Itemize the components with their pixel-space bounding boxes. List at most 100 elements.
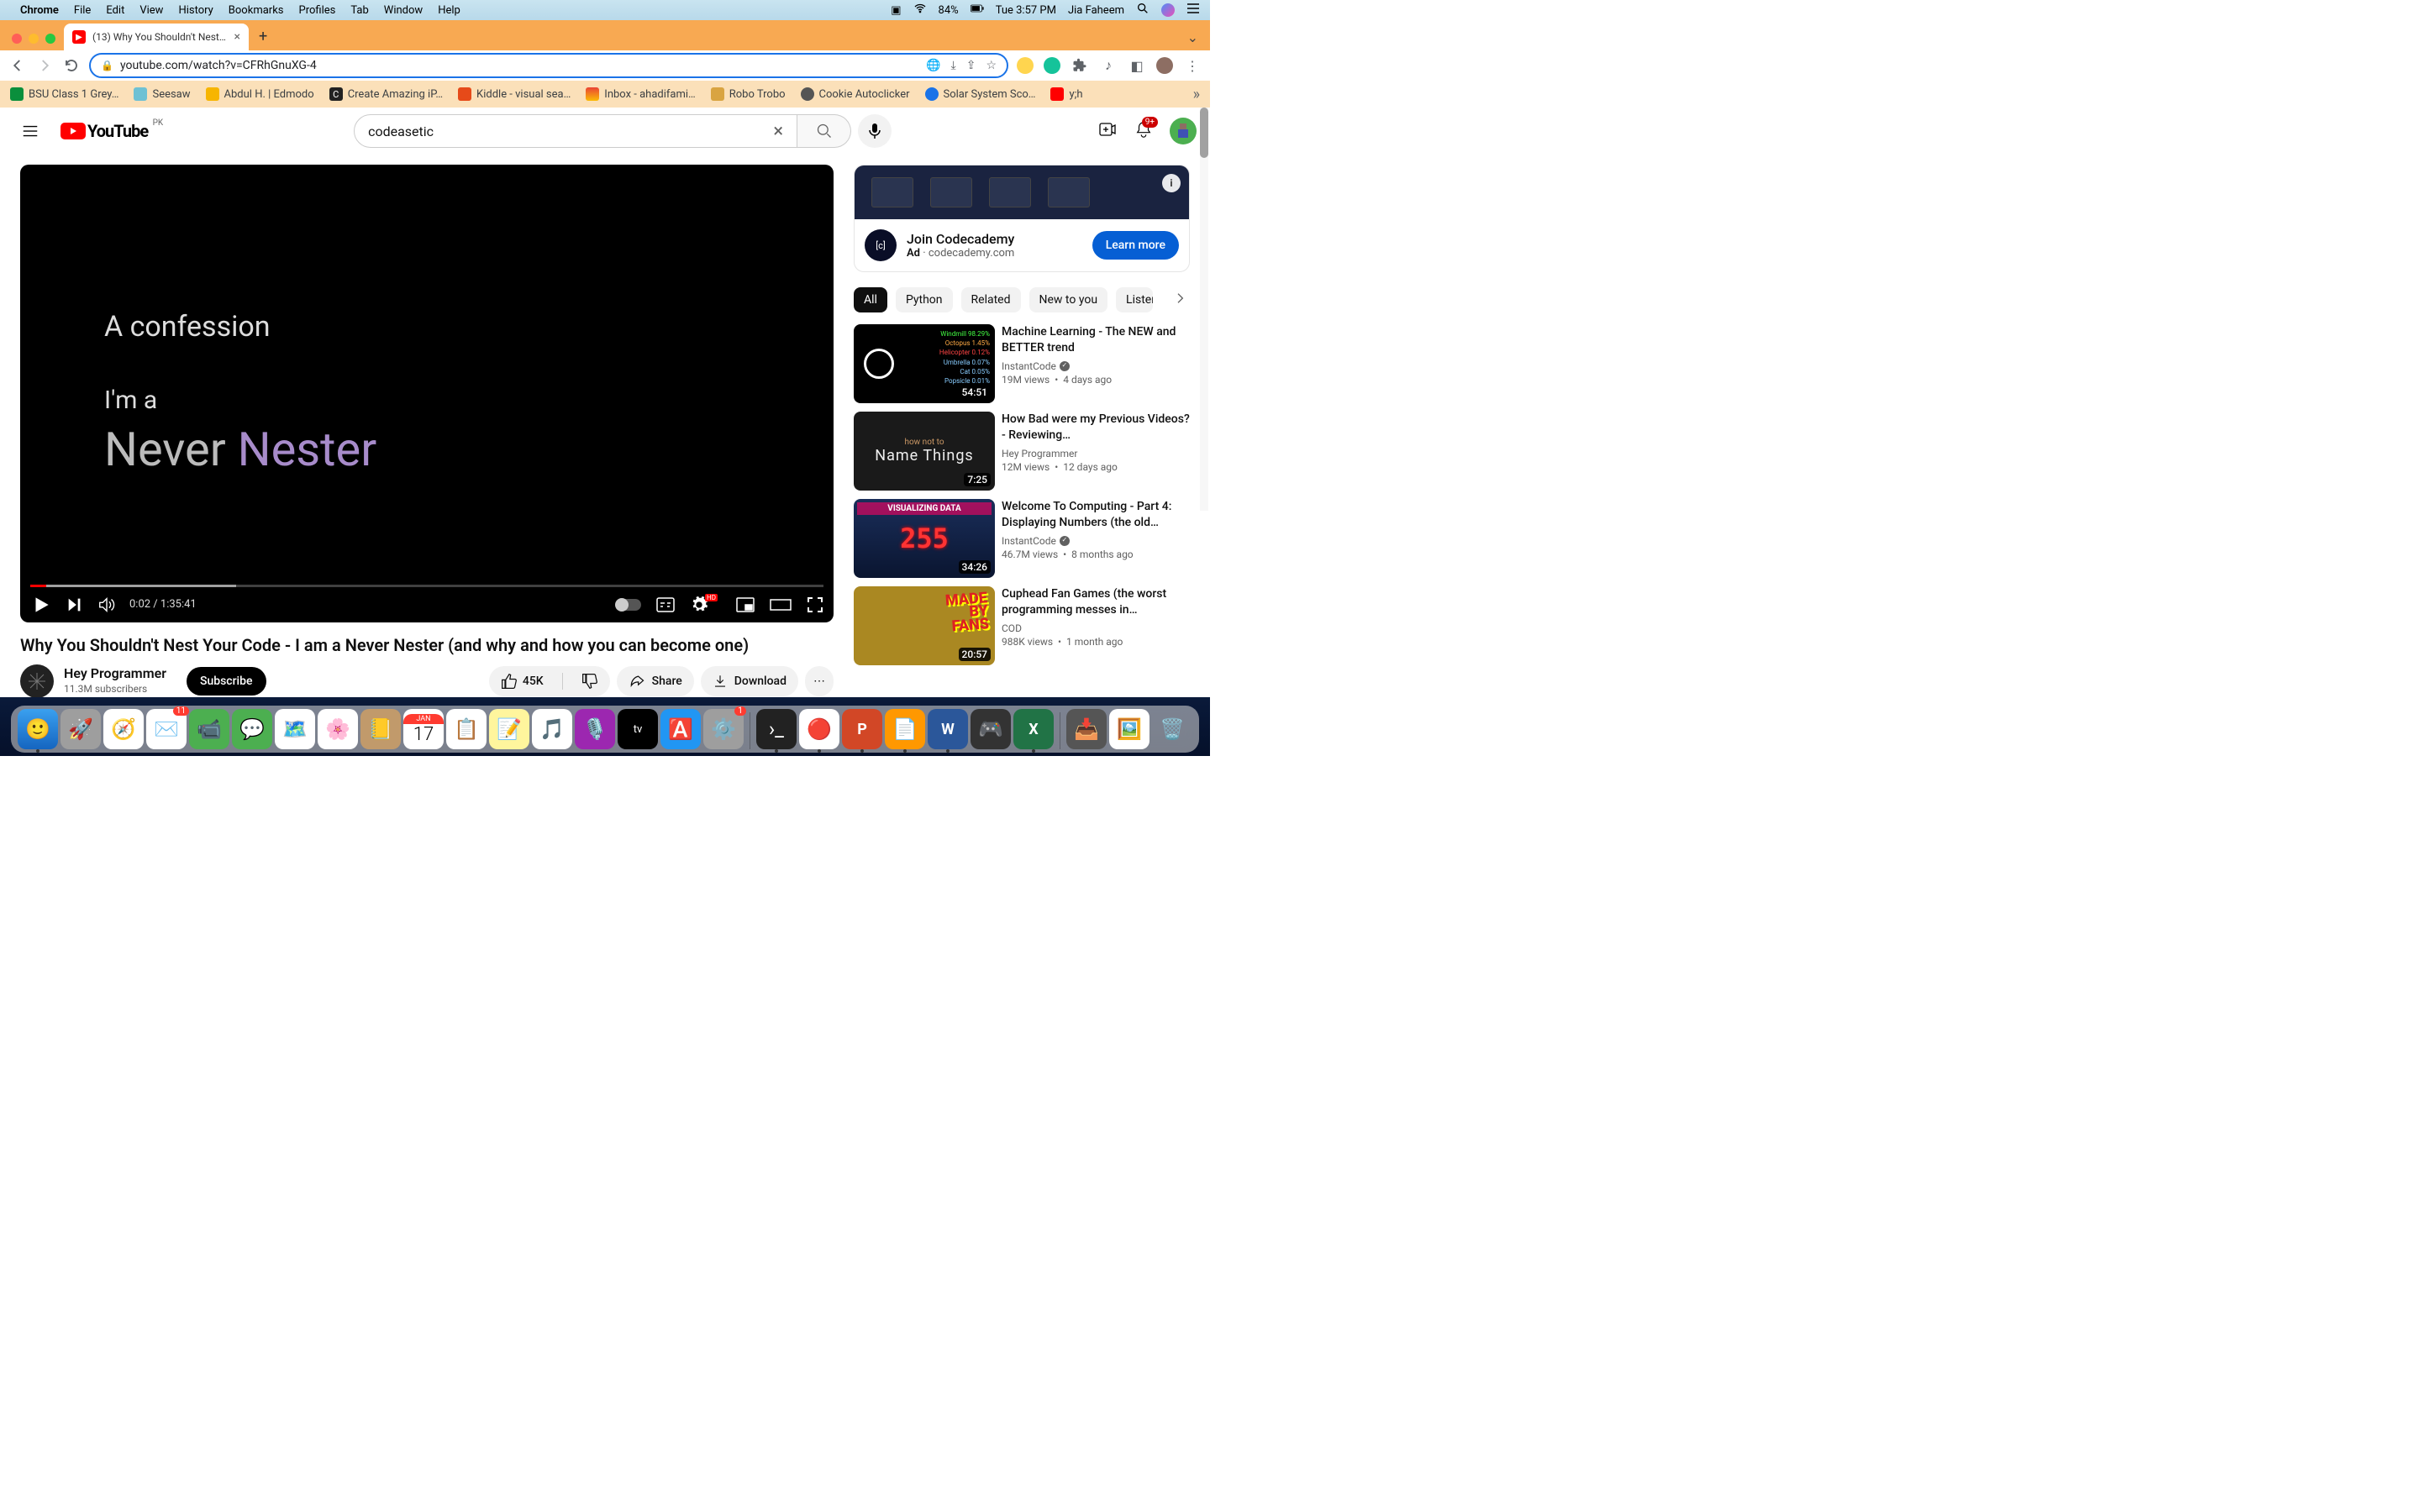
more-actions-button[interactable]: ⋯: [805, 666, 834, 696]
dock-reminders[interactable]: 📋: [446, 709, 487, 749]
bookmark-item[interactable]: Robo Trobo: [711, 87, 786, 101]
voice-search-button[interactable]: [858, 114, 892, 148]
menu-profiles[interactable]: Profiles: [299, 4, 336, 17]
video-player[interactable]: A confession I'm a Never Nester 0:02 / 1…: [20, 165, 834, 622]
spotlight-icon[interactable]: [1136, 2, 1150, 18]
app-name[interactable]: Chrome: [20, 4, 59, 17]
dock-notes[interactable]: 📝: [489, 709, 529, 749]
extension-icon[interactable]: [1017, 57, 1034, 74]
chip-related[interactable]: Related: [961, 287, 1021, 312]
bookmark-item[interactable]: Solar System Sco…: [925, 87, 1036, 101]
notifications-button[interactable]: 9+: [1134, 120, 1153, 142]
theater-button[interactable]: [770, 597, 792, 612]
dock-messages[interactable]: 💬: [232, 709, 272, 749]
dock-tv[interactable]: tv: [618, 709, 658, 749]
captions-button[interactable]: [656, 597, 675, 612]
profile-avatar-icon[interactable]: [1156, 57, 1173, 74]
dock-downloads[interactable]: 📥: [1066, 709, 1107, 749]
recommendation-item[interactable]: MADEBYFANS 20:57 Cuphead Fan Games (the …: [854, 586, 1190, 665]
download-button[interactable]: Download: [701, 666, 798, 696]
ad-info-icon[interactable]: i: [1162, 174, 1181, 192]
extensions-puzzle-icon[interactable]: [1071, 56, 1089, 75]
play-button[interactable]: [30, 594, 52, 616]
search-input[interactable]: codeasetic ×: [354, 114, 797, 148]
recommendation-item[interactable]: VISUALIZING DATA 255 34:26 Welcome To Co…: [854, 499, 1190, 578]
menu-history[interactable]: History: [178, 4, 213, 17]
chip-all[interactable]: All: [854, 287, 887, 312]
dock-game[interactable]: 🎮: [971, 709, 1011, 749]
user-name[interactable]: Jia Faheem: [1068, 4, 1124, 17]
zoom-window-icon[interactable]: [45, 34, 55, 44]
bookmark-item[interactable]: Inbox - ahadifami…: [586, 87, 695, 101]
menu-file[interactable]: File: [74, 4, 91, 17]
bookmark-item[interactable]: Kiddle - visual sea…: [458, 87, 571, 101]
bookmark-item[interactable]: y;h: [1050, 87, 1082, 101]
channel-name[interactable]: Hey Programmer: [64, 665, 166, 683]
volume-button[interactable]: [97, 596, 116, 614]
install-icon[interactable]: ⤓: [951, 59, 956, 72]
dock-screenshot[interactable]: 🖼️: [1109, 709, 1150, 749]
dock-sublime[interactable]: 📄: [885, 709, 925, 749]
recommendation-item[interactable]: Windmill 98.29% Octopus 1.45% Helicopter…: [854, 324, 1190, 403]
side-panel-icon[interactable]: ◧: [1128, 56, 1146, 75]
guide-menu-button[interactable]: [13, 114, 47, 148]
bookmark-item[interactable]: Abdul H. | Edmodo: [206, 87, 314, 101]
channel-avatar[interactable]: [20, 664, 54, 698]
reload-button[interactable]: [62, 56, 81, 75]
ad-banner[interactable]: i: [855, 165, 1189, 219]
menu-view[interactable]: View: [139, 4, 163, 17]
chip-listenable[interactable]: Listenable: [1116, 287, 1153, 312]
clear-search-icon[interactable]: ×: [773, 121, 783, 142]
chip-new[interactable]: New to you: [1029, 287, 1108, 312]
grammarly-icon[interactable]: [1044, 57, 1060, 74]
menu-tab[interactable]: Tab: [350, 4, 368, 17]
bookmark-item[interactable]: CCreate Amazing iP…: [329, 87, 443, 101]
ad-cta-button[interactable]: Learn more: [1092, 231, 1179, 260]
translate-icon[interactable]: 🌐: [926, 59, 940, 72]
chips-next-icon[interactable]: [1170, 288, 1190, 312]
lock-icon[interactable]: 🔒: [101, 60, 113, 71]
dock-contacts[interactable]: 📒: [360, 709, 401, 749]
close-window-icon[interactable]: [12, 34, 22, 44]
clock[interactable]: Tue 3:57 PM: [996, 4, 1056, 17]
battery-icon[interactable]: [971, 2, 984, 18]
autoplay-toggle[interactable]: [616, 599, 641, 611]
create-button[interactable]: [1097, 119, 1118, 143]
dock-word[interactable]: W: [928, 709, 968, 749]
miniplayer-button[interactable]: [736, 597, 755, 612]
back-button[interactable]: [8, 56, 27, 75]
siri-icon[interactable]: [1161, 3, 1175, 17]
dock-trash[interactable]: 🗑️: [1152, 709, 1192, 749]
dock-appstore[interactable]: 🅰️: [660, 709, 701, 749]
tab-overflow-icon[interactable]: ⌄: [1176, 29, 1210, 50]
close-tab-icon[interactable]: ×: [234, 30, 240, 44]
chip-python[interactable]: Python: [896, 287, 953, 312]
dock-safari[interactable]: 🧭: [103, 709, 144, 749]
dock-maps[interactable]: 🗺️: [275, 709, 315, 749]
chrome-menu-icon[interactable]: ⋮: [1183, 56, 1202, 75]
wifi-icon[interactable]: [913, 2, 927, 18]
dock-music[interactable]: 🎵: [532, 709, 572, 749]
menu-help[interactable]: Help: [438, 4, 460, 17]
account-avatar[interactable]: [1170, 118, 1197, 144]
rec-channel[interactable]: COD: [1002, 622, 1190, 635]
dock-mail[interactable]: ✉️11: [146, 709, 187, 749]
search-button[interactable]: [797, 114, 851, 148]
dock-excel[interactable]: X: [1013, 709, 1054, 749]
dock-photos[interactable]: 🌸: [318, 709, 358, 749]
dislike-button[interactable]: [570, 666, 610, 696]
dock-chrome[interactable]: 🔴: [799, 709, 839, 749]
new-tab-button[interactable]: +: [249, 28, 277, 50]
fullscreen-button[interactable]: [807, 596, 823, 613]
dock-facetime[interactable]: 📹: [189, 709, 229, 749]
rec-channel[interactable]: InstantCode✓: [1002, 534, 1190, 548]
minimize-window-icon[interactable]: [29, 34, 39, 44]
bookmark-item[interactable]: Seesaw: [134, 87, 190, 101]
address-bar[interactable]: 🔒 youtube.com/watch?v=CFRhGnuXG-4 🌐 ⤓ ⇪ …: [89, 53, 1008, 78]
window-controls[interactable]: [8, 34, 64, 50]
like-button[interactable]: 45K: [489, 666, 555, 696]
dock-terminal[interactable]: ›_: [756, 709, 797, 749]
dock-finder[interactable]: 🙂: [18, 709, 58, 749]
menu-bookmarks[interactable]: Bookmarks: [229, 4, 284, 17]
control-center-icon[interactable]: [1186, 2, 1200, 18]
